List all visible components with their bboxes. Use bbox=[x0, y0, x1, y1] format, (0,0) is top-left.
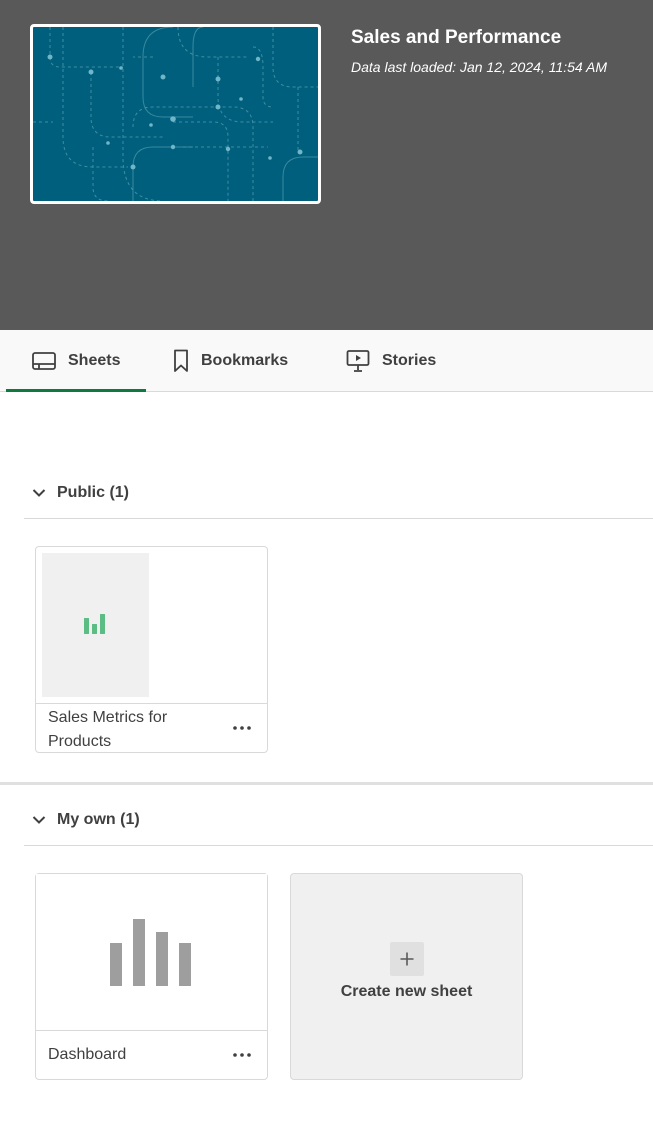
tab-sheets[interactable]: Sheets bbox=[5, 330, 148, 392]
more-options-button[interactable] bbox=[231, 718, 253, 738]
chevron-down-icon bbox=[32, 816, 46, 824]
sheet-icon bbox=[32, 351, 56, 370]
sheet-thumbnail bbox=[36, 874, 267, 1030]
ellipsis-icon bbox=[233, 1053, 251, 1057]
bar-chart-icon bbox=[110, 919, 191, 986]
data-last-loaded: Data last loaded: Jan 12, 2024, 11:54 AM bbox=[351, 59, 608, 75]
sheet-title: Dashboard bbox=[48, 1046, 127, 1063]
presentation-icon bbox=[346, 349, 370, 372]
tab-stories-label: Stories bbox=[382, 351, 437, 369]
circuit-pattern-image bbox=[33, 27, 318, 201]
sheet-card-footer: Sales Metrics for Products bbox=[36, 703, 267, 752]
chevron-down-icon bbox=[32, 489, 46, 497]
tab-bar: Sheets Bookmarks Stories bbox=[0, 330, 653, 392]
section-divider bbox=[0, 782, 653, 785]
sheet-thumbnail bbox=[42, 553, 149, 697]
app-title: Sales and Performance bbox=[351, 27, 562, 48]
create-new-sheet-label: Create new sheet bbox=[340, 983, 473, 1000]
tab-stories[interactable]: Stories bbox=[346, 330, 436, 391]
sheet-card[interactable]: Sales Metrics for Products bbox=[35, 546, 268, 753]
sheet-card[interactable]: Dashboard bbox=[35, 873, 268, 1080]
bar-chart-icon bbox=[84, 614, 105, 634]
sheet-card-footer: Dashboard bbox=[36, 1030, 267, 1079]
app-header: Sales and Performance Data last loaded: … bbox=[0, 0, 653, 330]
section-own-label: My own (1) bbox=[57, 811, 140, 828]
app-thumbnail bbox=[30, 24, 321, 204]
more-options-button[interactable] bbox=[231, 1045, 253, 1065]
sheet-title: Sales Metrics for Products bbox=[48, 709, 168, 750]
section-public-header[interactable]: Public (1) bbox=[24, 468, 653, 519]
tab-bookmarks[interactable]: Bookmarks bbox=[173, 330, 288, 391]
tab-sheets-label: Sheets bbox=[68, 351, 121, 369]
create-new-sheet-button[interactable]: Create new sheet bbox=[290, 873, 523, 1080]
section-own-header[interactable]: My own (1) bbox=[24, 795, 653, 846]
tab-bookmarks-label: Bookmarks bbox=[201, 351, 289, 369]
plus-icon bbox=[390, 942, 424, 976]
ellipsis-icon bbox=[233, 726, 251, 730]
section-public-label: Public (1) bbox=[57, 484, 130, 501]
bookmark-icon bbox=[174, 349, 188, 372]
